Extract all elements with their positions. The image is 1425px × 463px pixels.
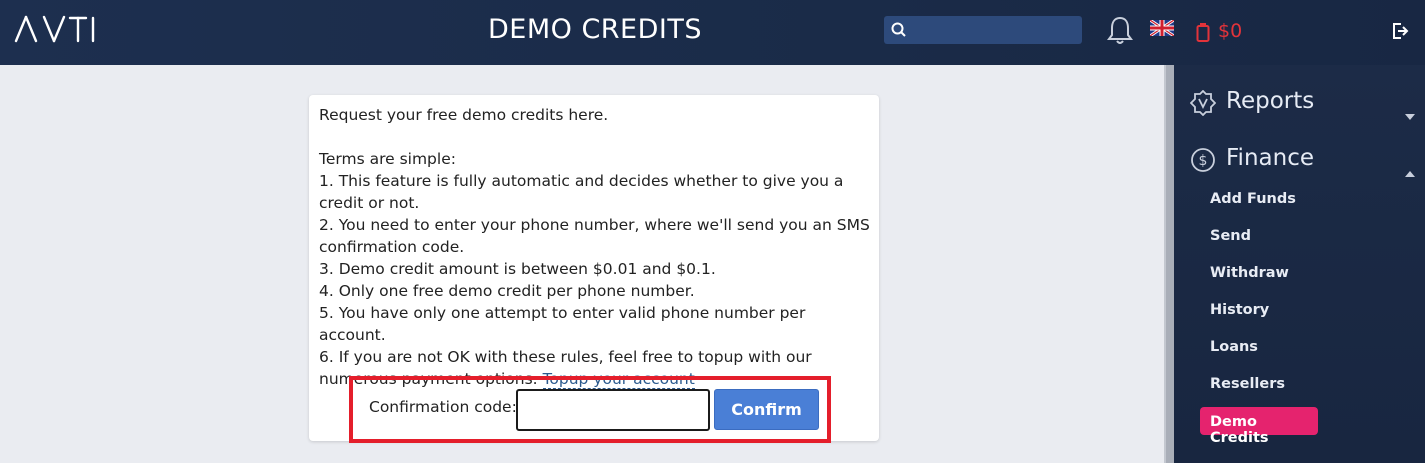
sidebar-item-withdraw[interactable]: Withdraw <box>1210 265 1289 281</box>
chevron-up-icon <box>1405 157 1415 177</box>
logo[interactable] <box>14 14 98 44</box>
term-item: 2. You need to enter your phone number, … <box>319 216 870 256</box>
search-box[interactable] <box>884 16 1082 44</box>
bell-icon[interactable] <box>1106 15 1134 45</box>
sidebar-item-history[interactable]: History <box>1210 302 1269 318</box>
sidebar <box>1174 65 1425 463</box>
confirm-button[interactable]: Confirm <box>714 389 819 430</box>
uk-flag-icon[interactable] <box>1149 18 1175 38</box>
sidebar-section-label: Finance <box>1226 145 1314 171</box>
term-item: 5. You have only one attempt to enter va… <box>319 304 806 344</box>
sidebar-item-loans[interactable]: Loans <box>1210 339 1258 355</box>
sidebar-item-add-funds[interactable]: Add Funds <box>1210 191 1296 207</box>
page-title: DEMO CREDITS <box>487 14 703 45</box>
svg-text:$: $ <box>1199 153 1208 169</box>
avti-logo-icon <box>14 15 95 43</box>
intro-text: Request your free demo credits here. <box>319 106 609 124</box>
search-icon <box>890 21 908 39</box>
sidebar-section-reports[interactable]: Reports <box>1189 86 1415 120</box>
scrollbar-thumb[interactable] <box>1166 65 1174 463</box>
logout-icon[interactable] <box>1390 21 1410 41</box>
card-text: Request your free demo credits here. Ter… <box>319 104 871 390</box>
balance-amount: $0 <box>1218 20 1243 42</box>
balance-widget[interactable]: $0 <box>1196 20 1256 44</box>
sidebar-section-label: Reports <box>1226 88 1315 114</box>
term-item: 4. Only one free demo credit per phone n… <box>319 282 695 300</box>
term-item: 1. This feature is fully automatic and d… <box>319 172 844 212</box>
confirmation-code-input[interactable] <box>516 389 710 431</box>
chevron-down-icon <box>1405 100 1415 120</box>
sidebar-item-send[interactable]: Send <box>1210 228 1251 244</box>
sidebar-section-finance[interactable]: $ Finance <box>1190 143 1415 177</box>
confirmation-code-label: Confirmation code: <box>369 398 517 416</box>
wallet-icon <box>1196 22 1210 42</box>
top-bar: DEMO CREDITS $0 <box>0 0 1425 65</box>
term-item: 3. Demo credit amount is between $0.01 a… <box>319 260 716 278</box>
search-input[interactable] <box>912 19 1076 41</box>
terms-heading: Terms are simple: <box>319 150 456 168</box>
dollar-icon: $ <box>1190 147 1216 173</box>
sidebar-item-resellers[interactable]: Resellers <box>1210 376 1285 392</box>
sidebar-item-demo-credits[interactable]: Demo Credits <box>1200 407 1318 446</box>
reports-icon <box>1189 89 1217 117</box>
